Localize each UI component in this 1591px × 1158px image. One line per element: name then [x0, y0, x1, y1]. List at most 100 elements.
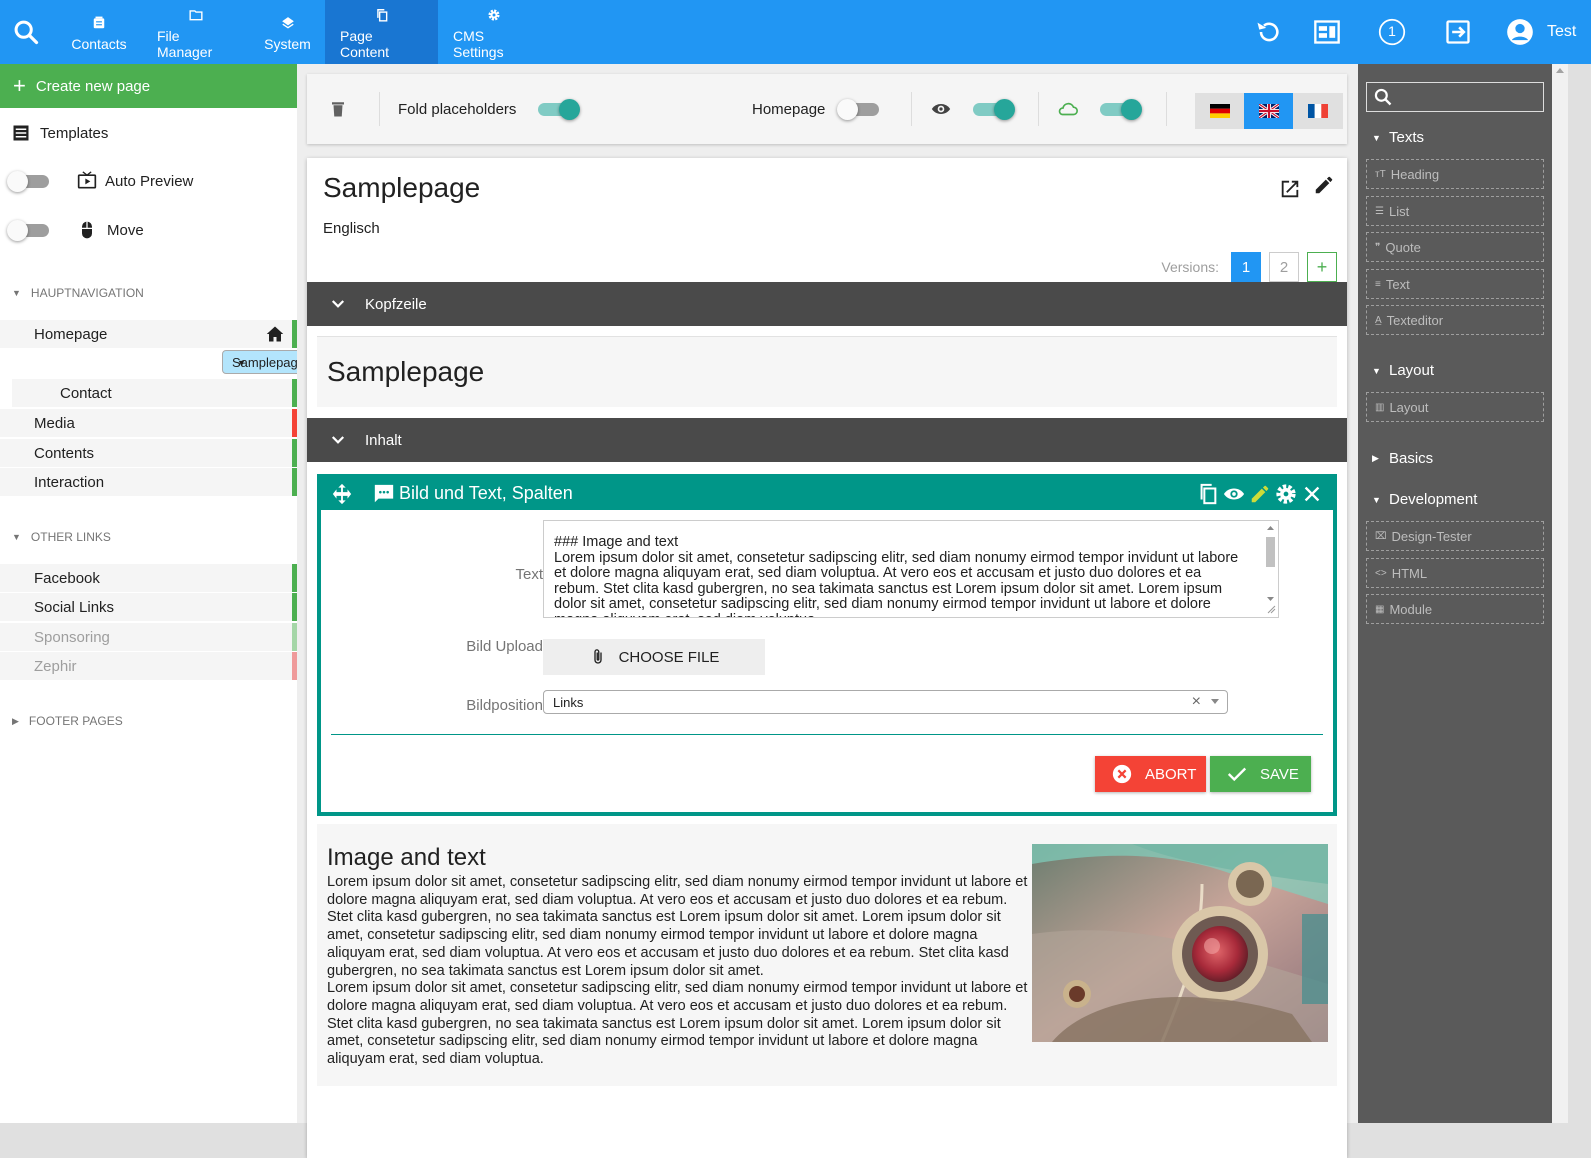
copy-icon [376, 9, 387, 22]
clear-selection-icon[interactable]: × [1192, 693, 1201, 711]
comment-icon [374, 484, 394, 503]
header-content-block[interactable]: Samplepage [317, 336, 1337, 407]
eye-icon [931, 74, 951, 144]
textarea-scrollbar[interactable] [1265, 523, 1276, 615]
search-icon [1374, 88, 1392, 106]
element-text[interactable]: ≡ Text [1366, 269, 1544, 299]
element-label: Text [1385, 276, 1410, 292]
caret-right-icon: ▶ [12, 715, 19, 726]
element-label: Layout [1389, 399, 1429, 415]
edit-pencil-icon[interactable] [1313, 174, 1335, 196]
element-quote[interactable]: ❞ Quote [1366, 232, 1544, 262]
tree-item-label: Social Links [34, 598, 115, 616]
copy-icon[interactable] [1197, 483, 1219, 505]
element-design-tester[interactable]: ⌧ Design-Tester [1366, 521, 1544, 551]
tree-item-contents[interactable]: Contents [0, 439, 297, 467]
close-icon[interactable] [1301, 483, 1323, 505]
tree-item-label: Media [34, 414, 75, 432]
trash-icon [332, 102, 344, 117]
tree-item-homepage[interactable]: Homepage [0, 320, 297, 348]
homepage-toggle[interactable] [837, 98, 883, 120]
group-layout[interactable]: ▼ Layout [1372, 362, 1434, 379]
flag-fr-button[interactable] [1293, 93, 1342, 129]
chevron-down-icon [331, 300, 345, 308]
section-hauptnavigation[interactable]: ▼ HAUPTNAVIGATION [12, 286, 144, 300]
undo-icon[interactable] [1252, 16, 1284, 48]
templates-link[interactable]: Templates [12, 124, 108, 142]
open-external-icon[interactable] [1279, 178, 1301, 200]
eye-icon[interactable] [1223, 483, 1245, 505]
nav-system[interactable]: System [250, 0, 325, 64]
visibility-toggle[interactable] [969, 98, 1015, 120]
tree-item-contact[interactable]: Contact [12, 379, 297, 407]
tree-item-interaction[interactable]: Interaction [0, 468, 297, 496]
flag-en-button[interactable] [1244, 93, 1293, 129]
add-version-button[interactable]: + [1307, 252, 1337, 282]
tree-item-social-links[interactable]: Social Links [0, 593, 297, 621]
band-kopfzeile[interactable]: Kopfzeile [307, 282, 1347, 326]
plus-icon: + [13, 73, 26, 98]
version-2-button[interactable]: 2 [1269, 252, 1299, 282]
abort-button[interactable]: ABORT [1095, 756, 1206, 792]
element-module[interactable]: ▦ Module [1366, 594, 1544, 624]
text-field-label: Text [515, 566, 543, 583]
nav-page-content[interactable]: Page Content [325, 0, 438, 64]
element-html[interactable]: <> HTML [1366, 558, 1544, 588]
group-development[interactable]: ▼ Development [1372, 491, 1477, 508]
image-text-preview[interactable]: Image and text Lorem ipsum dolor sit ame… [317, 824, 1337, 1086]
elements-search-input[interactable] [1366, 82, 1544, 112]
logout-icon[interactable] [1442, 16, 1474, 48]
search-icon[interactable] [10, 16, 42, 48]
nav-file-manager[interactable]: File Manager [142, 0, 250, 64]
element-label: Module [1389, 601, 1433, 617]
element-heading[interactable]: ᴛT Heading [1366, 159, 1544, 189]
caret-down-icon: ▼ [1372, 365, 1381, 376]
heading-icon: ᴛT [1375, 168, 1386, 180]
edit-pencil-icon[interactable] [1249, 483, 1271, 505]
preview-layout-icon[interactable] [1311, 16, 1343, 48]
scroll-up-arrow-icon[interactable] [1556, 68, 1564, 73]
dropdown-arrow-icon[interactable] [1211, 699, 1219, 704]
delete-page-button[interactable] [329, 74, 347, 144]
section-other-links[interactable]: ▼ OTHER LINKS [12, 530, 111, 544]
section-footer-pages[interactable]: ▶ FOOTER PAGES [12, 714, 123, 728]
fold-placeholders-toggle[interactable] [534, 98, 580, 120]
element-texteditor[interactable]: A̲ Texteditor [1366, 305, 1544, 335]
element-list[interactable]: ☰ List [1366, 196, 1544, 226]
tree-item-media[interactable]: Media [0, 409, 297, 437]
move-toggle[interactable] [7, 219, 53, 241]
nav-contacts[interactable]: Contacts [56, 0, 142, 64]
user-avatar-icon[interactable] [1504, 16, 1536, 48]
publish-toggle[interactable] [1096, 98, 1142, 120]
band-inhalt[interactable]: Inhalt [307, 418, 1347, 462]
version-1-button[interactable]: 1 [1231, 252, 1261, 282]
choose-file-button[interactable]: CHOOSE FILE [543, 639, 765, 675]
fold-placeholders-label: Fold placeholders [398, 100, 517, 118]
create-new-page-button[interactable]: + Create new page [0, 64, 297, 108]
editor-title: Bild und Text, Spalten [399, 483, 573, 503]
divider [1166, 92, 1167, 126]
image-position-select[interactable]: Links × [543, 690, 1228, 714]
page-scrollbar[interactable] [1552, 64, 1568, 1123]
group-texts[interactable]: ▼ Texts [1372, 129, 1424, 146]
save-button[interactable]: SAVE [1210, 756, 1311, 792]
tree-item-zephir[interactable]: Zephir [0, 652, 297, 680]
tree-item-facebook[interactable]: Facebook [0, 564, 297, 592]
page-language: Englisch [323, 220, 380, 237]
auto-preview-toggle[interactable] [7, 170, 53, 192]
element-editor: Bild und Text, Spalten Text ### Image an… [317, 474, 1337, 816]
nav-cms-settings-label: CMS Settings [453, 28, 504, 60]
image-upload-label: Bild Upload [466, 638, 543, 655]
user-name[interactable]: Test [1547, 23, 1576, 41]
element-layout[interactable]: ▥ Layout [1366, 392, 1544, 422]
group-basics[interactable]: ▶ Basics [1372, 450, 1433, 467]
gear-icon[interactable] [1275, 483, 1297, 505]
notification-badge[interactable]: 1 [1376, 16, 1408, 48]
flag-de-button[interactable] [1195, 93, 1244, 129]
text-markdown-textarea[interactable]: ### Image and text Lorem ipsum dolor sit… [543, 520, 1279, 618]
grid-icon: ▦ [1375, 603, 1385, 615]
nav-cms-settings[interactable]: CMS Settings [438, 0, 550, 64]
move-arrows-icon[interactable] [331, 483, 353, 505]
group-title: Layout [1389, 362, 1435, 379]
tree-item-sponsoring[interactable]: Sponsoring [0, 623, 297, 651]
